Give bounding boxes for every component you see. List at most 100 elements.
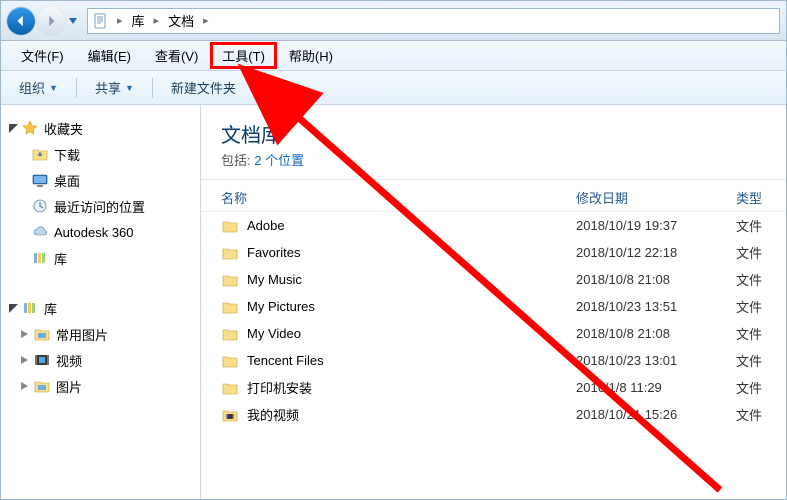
breadcrumb-item[interactable]: 文档 [162, 10, 200, 32]
arrow-right-icon [44, 14, 58, 28]
desktop-icon [31, 171, 49, 189]
file-row[interactable]: Adobe2018/10/19 19:37文件 [201, 212, 786, 239]
file-name: My Pictures [247, 299, 576, 314]
libraries-icon [31, 249, 49, 267]
chevron-down-icon [69, 18, 77, 24]
folder-icon [221, 352, 239, 370]
sidebar-item-label: 库 [54, 249, 67, 268]
file-name: My Video [247, 326, 576, 341]
file-date: 2016/1/8 11:29 [576, 380, 736, 395]
menu-file[interactable]: 文件(F) [9, 42, 76, 69]
file-name: My Music [247, 272, 576, 287]
sidebar-item-recent[interactable]: 最近访问的位置 [1, 193, 200, 219]
sidebar-item-desktop[interactable]: 桌面 [1, 167, 200, 193]
breadcrumb-item[interactable]: 库 [126, 10, 151, 32]
file-type: 文件 [736, 216, 786, 235]
folder-icon [221, 244, 239, 262]
forward-button[interactable] [37, 7, 65, 35]
menu-edit[interactable]: 编辑(E) [76, 42, 143, 69]
file-type: 文件 [736, 351, 786, 370]
share-button[interactable]: 共享▼ [85, 74, 144, 101]
sidebar-item-favorites[interactable]: 收藏夹 [1, 115, 200, 141]
picture-folder-icon [33, 325, 51, 343]
file-type: 文件 [736, 324, 786, 343]
file-type: 文件 [736, 270, 786, 289]
sidebar-item-label: 最近访问的位置 [54, 197, 145, 216]
separator [152, 78, 153, 98]
address-bar[interactable]: ▸ 库 ▸ 文档 ▸ [87, 8, 780, 34]
file-type: 文件 [736, 243, 786, 262]
file-name: Tencent Files [247, 353, 576, 368]
sidebar-item-autodesk[interactable]: Autodesk 360 [1, 219, 200, 245]
main-panel: 文档库 包括: 2 个位置 名称 修改日期 类型 Adobe2018/10/19… [201, 105, 786, 499]
file-date: 2018/10/8 21:08 [576, 326, 736, 341]
collapse-icon[interactable] [7, 122, 19, 134]
sidebar-item-label: 视频 [56, 351, 82, 370]
command-bar: 组织▼ 共享▼ 新建文件夹 [1, 71, 786, 105]
folder-icon [221, 298, 239, 316]
column-date[interactable]: 修改日期 [576, 188, 736, 207]
file-date: 2018/10/8 21:08 [576, 272, 736, 287]
file-row[interactable]: Tencent Files2018/10/23 13:01文件 [201, 347, 786, 374]
sidebar-item-label: 图片 [56, 377, 82, 396]
explorer-window: ▸ 库 ▸ 文档 ▸ 文件(F) 编辑(E) 查看(V) 工具(T) 帮助(H)… [0, 0, 787, 500]
star-icon [21, 119, 39, 137]
sidebar-tree: 收藏夹 下载 桌面 最近访问的位置 Autodesk 360 [1, 105, 201, 499]
expand-icon[interactable] [19, 328, 31, 340]
file-date: 2018/10/23 13:51 [576, 299, 736, 314]
library-locations-link[interactable]: 2 个位置 [254, 153, 304, 168]
sidebar-item-pictures-2[interactable]: 图片 [1, 373, 200, 399]
breadcrumb-separator: ▸ [203, 14, 209, 27]
arrow-left-icon [14, 14, 28, 28]
video-folder-icon [33, 351, 51, 369]
file-date: 2018/10/19 19:37 [576, 218, 736, 233]
sidebar-item-pictures[interactable]: 常用图片 [1, 321, 200, 347]
sidebar-item-videos[interactable]: 视频 [1, 347, 200, 373]
file-date: 2018/10/21 15:26 [576, 407, 736, 422]
sidebar-item-libraries-2[interactable]: 库 [1, 295, 200, 321]
file-name: Adobe [247, 218, 576, 233]
back-button[interactable] [7, 7, 35, 35]
sidebar-item-label: Autodesk 360 [54, 225, 134, 240]
expand-icon[interactable] [19, 354, 31, 366]
sidebar-item-libraries[interactable]: 库 [1, 245, 200, 271]
file-type: 文件 [736, 378, 786, 397]
file-row[interactable]: My Video2018/10/8 21:08文件 [201, 320, 786, 347]
separator [76, 78, 77, 98]
new-folder-button[interactable]: 新建文件夹 [161, 74, 246, 101]
libraries-icon [21, 299, 39, 317]
sidebar-item-label: 下载 [54, 145, 80, 164]
collapse-icon[interactable] [7, 302, 19, 314]
sidebar-item-label: 收藏夹 [44, 119, 83, 138]
file-row[interactable]: My Pictures2018/10/23 13:51文件 [201, 293, 786, 320]
nav-history-dropdown[interactable] [67, 7, 79, 35]
sidebar-item-downloads[interactable]: 下载 [1, 141, 200, 167]
menu-view[interactable]: 查看(V) [143, 42, 210, 69]
file-name: 打印机安装 [247, 378, 576, 397]
cloud-icon [31, 223, 49, 241]
library-title: 文档库 [221, 119, 786, 148]
column-type[interactable]: 类型 [736, 188, 786, 207]
file-date: 2018/10/12 22:18 [576, 245, 736, 260]
file-name: 我的视频 [247, 405, 576, 424]
document-icon [92, 13, 108, 29]
folder-icon [221, 217, 239, 235]
file-type: 文件 [736, 405, 786, 424]
folder-icon [221, 379, 239, 397]
file-name: Favorites [247, 245, 576, 260]
column-name[interactable]: 名称 [221, 188, 576, 207]
file-row[interactable]: 我的视频2018/10/21 15:26文件 [201, 401, 786, 428]
sidebar-item-label: 常用图片 [56, 325, 108, 344]
picture-folder-icon [33, 377, 51, 395]
column-headers[interactable]: 名称 修改日期 类型 [201, 180, 786, 212]
breadcrumb-separator: ▸ [117, 14, 123, 27]
file-row[interactable]: Favorites2018/10/12 22:18文件 [201, 239, 786, 266]
menu-tools[interactable]: 工具(T) [210, 42, 277, 69]
file-row[interactable]: My Music2018/10/8 21:08文件 [201, 266, 786, 293]
menu-help[interactable]: 帮助(H) [277, 42, 345, 69]
file-row[interactable]: 打印机安装2016/1/8 11:29文件 [201, 374, 786, 401]
library-subtitle: 包括: 2 个位置 [221, 150, 786, 169]
organize-button[interactable]: 组织▼ [9, 74, 68, 101]
recent-icon [31, 197, 49, 215]
expand-icon[interactable] [19, 380, 31, 392]
